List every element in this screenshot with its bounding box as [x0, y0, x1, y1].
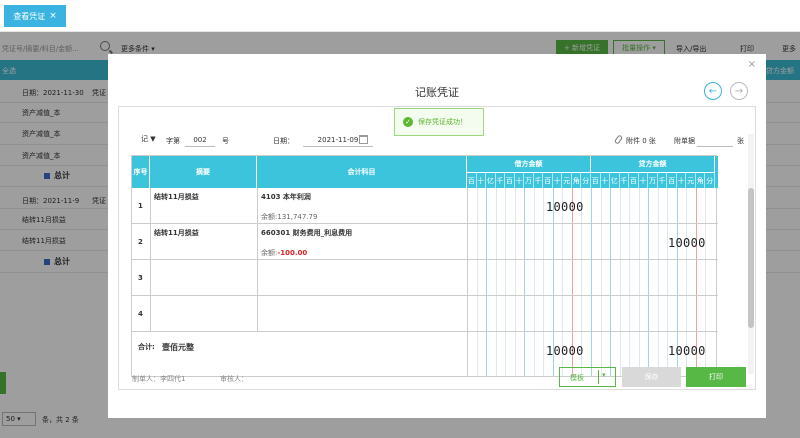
summary-cell[interactable]: 结转11月损益 — [154, 192, 199, 202]
attachment-count[interactable]: 附件 0 张 — [626, 136, 656, 146]
close-icon[interactable]: × — [748, 59, 756, 70]
save-success-toast: ✓ 保存凭证成功！ — [394, 108, 484, 136]
voucher-number-input[interactable]: 002 — [185, 133, 215, 147]
voucher-panel: 记 ▼ 字第 002 号 日期： 2021-11-09 附件 0 张 附单据 张… — [118, 106, 756, 390]
table-row[interactable]: 1 结转11月损益 4103 本年利润 余额:131,747.79 10000 — [132, 188, 718, 224]
unit-header: 百 — [505, 172, 515, 188]
table-row[interactable]: 4 — [132, 296, 718, 332]
balance-text: 余额:-100.00 — [261, 248, 308, 260]
unit-header: 分 — [581, 172, 591, 188]
voucher-modal: × 记账凭证 ← → 记 ▼ 字第 002 号 日期： 2021-11-09 附… — [108, 54, 766, 418]
chevron-down-icon[interactable]: ▾ — [602, 371, 606, 379]
seq-header: 序号 — [132, 156, 150, 188]
total-debit: 10000 — [546, 344, 584, 358]
unit-header: 十 — [514, 172, 525, 188]
modal-title: 记账凭证 — [415, 86, 459, 99]
reviewer-label: 审核人： — [220, 375, 248, 383]
unit-header: 百 — [629, 172, 639, 188]
voucher-word-select[interactable]: 记 ▼ — [141, 134, 163, 146]
unit-header: 元 — [562, 172, 572, 188]
summary-cell[interactable]: 结转11月损益 — [154, 228, 199, 238]
unit-header: 亿 — [486, 172, 496, 188]
tab-label: 查看凭证 — [13, 11, 46, 21]
top-tab-bar: 查看凭证 × — [0, 0, 800, 32]
next-voucher-button[interactable]: → — [730, 82, 748, 100]
credit-amount[interactable]: 10000 — [668, 236, 706, 250]
debit-amount[interactable]: 10000 — [546, 200, 584, 214]
print-button[interactable]: 打印 — [686, 367, 746, 387]
unit-header: 千 — [533, 172, 544, 188]
arrow-left-icon: ← — [708, 85, 718, 97]
arrow-right-icon: → — [734, 85, 744, 97]
unit-header: 十 — [476, 172, 487, 188]
tab-view-voucher[interactable]: 查看凭证 × — [4, 5, 66, 27]
unit-header: 百 — [591, 172, 601, 188]
unit-header: 百 — [543, 172, 553, 188]
close-icon[interactable]: × — [49, 11, 57, 21]
paperclip-icon[interactable] — [613, 134, 624, 145]
unit-header: 十 — [676, 172, 687, 188]
template-button[interactable]: 模板 ▾ — [559, 367, 616, 387]
account-header: 会计科目 — [257, 156, 467, 188]
unit-header: 百 — [667, 172, 677, 188]
summary-header: 摘要 — [150, 156, 257, 188]
voucher-table-header: 序号 摘要 会计科目 借方金额 贷方金额 百十亿千百十万千百十元角分百十亿千百十… — [132, 156, 718, 188]
unit-header: 万 — [648, 172, 658, 188]
scrollbar-thumb[interactable] — [748, 188, 754, 328]
save-button[interactable]: 保存 — [622, 367, 681, 387]
calendar-icon[interactable] — [359, 135, 368, 144]
account-cell[interactable]: 4103 本年利润 — [261, 192, 311, 202]
unit-header: 千 — [657, 172, 668, 188]
unit-header: 亿 — [610, 172, 620, 188]
unit-header: 千 — [495, 172, 506, 188]
debit-header: 借方金额 — [467, 156, 591, 172]
total-label: 合计: — [138, 343, 155, 351]
table-row[interactable]: 2 结转11月损益 660301 财务费用_利息费用 余额:-100.00 10… — [132, 224, 718, 260]
unit-header: 十 — [552, 172, 563, 188]
balance-text: 余额:131,747.79 — [261, 212, 318, 224]
unit-header: 万 — [524, 172, 534, 188]
unit-header: 角 — [695, 172, 706, 188]
unit-header: 百 — [467, 172, 477, 188]
unit-header: 角 — [571, 172, 582, 188]
credit-header: 贷方金额 — [591, 156, 715, 172]
bill-count-input[interactable] — [697, 133, 733, 147]
table-row[interactable]: 3 — [132, 260, 718, 296]
unit-header: 千 — [619, 172, 630, 188]
maker-label: 制单人：李四代1 — [132, 375, 186, 383]
check-icon: ✓ — [403, 117, 413, 127]
unit-header: 十 — [638, 172, 649, 188]
voucher-table: 序号 摘要 会计科目 借方金额 贷方金额 百十亿千百十万千百十元角分百十亿千百十… — [131, 155, 718, 377]
prev-voucher-button[interactable]: ← — [704, 82, 722, 100]
total-in-words: 壹佰元整 — [162, 343, 194, 352]
total-credit: 10000 — [668, 344, 706, 358]
account-cell[interactable]: 660301 财务费用_利息费用 — [261, 228, 352, 238]
unit-header: 分 — [705, 172, 715, 188]
unit-header: 元 — [686, 172, 696, 188]
unit-header: 十 — [600, 172, 611, 188]
